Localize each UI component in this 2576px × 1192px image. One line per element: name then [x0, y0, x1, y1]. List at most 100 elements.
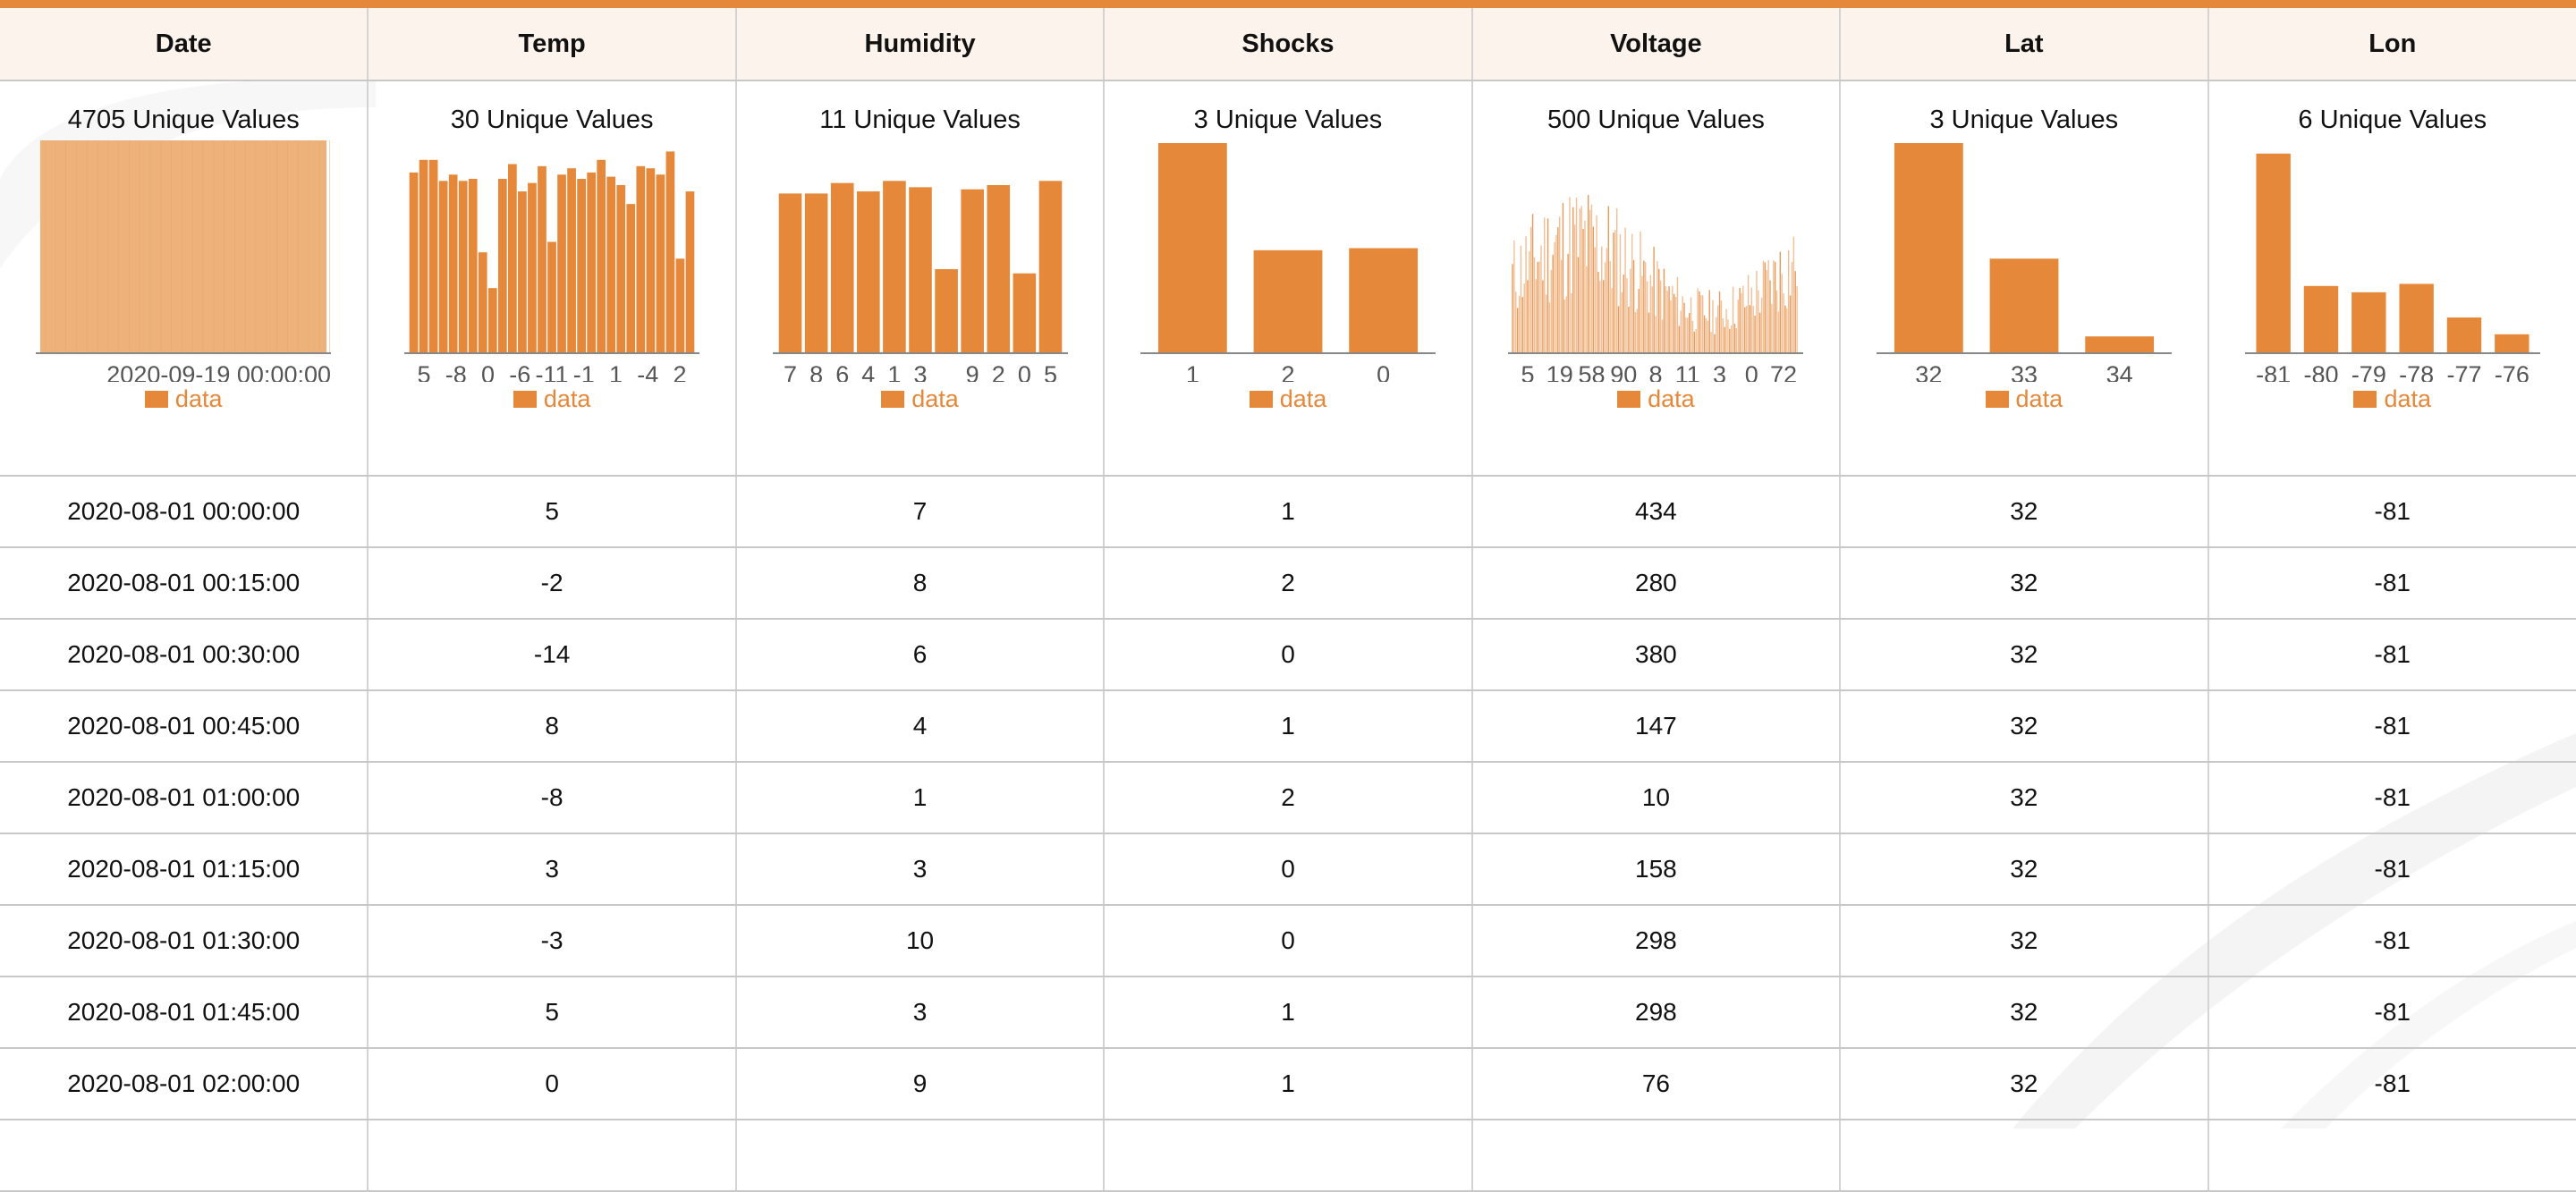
- table-cell-temp[interactable]: -8: [367, 762, 737, 834]
- table-cell-humidity[interactable]: 4: [734, 690, 1106, 763]
- table-cell-voltage[interactable]: 147: [1470, 690, 1842, 763]
- table-cell-lon[interactable]: -81: [2207, 547, 2576, 620]
- table-cell-temp[interactable]: 5: [367, 476, 737, 548]
- column-header-lon[interactable]: Lon: [2207, 8, 2576, 81]
- column-header-shocks[interactable]: Shocks: [1103, 8, 1473, 81]
- table-cell-shocks[interactable]: 2: [1103, 762, 1473, 834]
- table-cell-shocks[interactable]: 2: [1103, 547, 1473, 620]
- table-cell-lon[interactable]: -81: [2207, 619, 2576, 691]
- value-histogram: 2020-09-19 00:00:00: [36, 140, 332, 382]
- tick-label: 4: [861, 361, 875, 382]
- table-cell-lat[interactable]: 32: [1839, 619, 2209, 691]
- table-cell-humidity[interactable]: 8: [734, 547, 1106, 620]
- table-cell-lon[interactable]: -81: [2207, 905, 2576, 977]
- table-row[interactable]: 2020-08-01 01:30:00 -3 10 0 298 32 -81: [0, 905, 2576, 977]
- table-row[interactable]: 2020-08-01 01:00:00 -8 1 2 10 32 -81: [0, 762, 2576, 834]
- table-cell-humidity[interactable]: 6: [734, 619, 1106, 691]
- table-cell-humidity[interactable]: 7: [734, 476, 1106, 548]
- histogram-legend[interactable]: data: [369, 385, 734, 413]
- table-cell-voltage[interactable]: [1470, 1120, 1842, 1192]
- table-cell-date[interactable]: 2020-08-01 01:45:00: [0, 976, 369, 1049]
- table-cell-shocks[interactable]: 1: [1103, 690, 1473, 763]
- table-cell-lat[interactable]: 32: [1839, 905, 2209, 977]
- table-cell-date[interactable]: 2020-08-01 00:30:00: [0, 619, 369, 691]
- table-cell-shocks[interactable]: 1: [1103, 1048, 1473, 1120]
- table-cell-lon[interactable]: -81: [2207, 833, 2576, 906]
- table-cell-lat[interactable]: [1839, 1120, 2209, 1192]
- table-cell-lon[interactable]: -81: [2207, 976, 2576, 1049]
- histogram-legend[interactable]: data: [0, 385, 367, 413]
- table-cell-date[interactable]: 2020-08-01 01:00:00: [0, 762, 369, 834]
- table-row[interactable]: 2020-08-01 01:45:00 5 3 1 298 32 -81: [0, 976, 2576, 1049]
- tick-label: 34: [2106, 361, 2132, 382]
- column-header-voltage[interactable]: Voltage: [1470, 8, 1842, 81]
- table-cell-lat[interactable]: 32: [1839, 976, 2209, 1049]
- histogram-legend[interactable]: data: [1841, 385, 2207, 413]
- table-cell-voltage[interactable]: 158: [1470, 833, 1842, 906]
- table-cell-temp[interactable]: 8: [367, 690, 737, 763]
- table-cell-date[interactable]: 2020-08-01 01:30:00: [0, 905, 369, 977]
- table-cell-date[interactable]: 2020-08-01 00:00:00: [0, 476, 369, 548]
- table-cell-lat[interactable]: 32: [1839, 762, 2209, 834]
- table-cell-voltage[interactable]: 434: [1470, 476, 1842, 548]
- table-cell-shocks[interactable]: 0: [1103, 905, 1473, 977]
- table-cell-voltage[interactable]: 298: [1470, 976, 1842, 1049]
- table-cell-voltage[interactable]: 298: [1470, 905, 1842, 977]
- table-cell-voltage[interactable]: 76: [1470, 1048, 1842, 1120]
- table-cell-lat[interactable]: 32: [1839, 690, 2209, 763]
- column-header-temp[interactable]: Temp: [367, 8, 737, 81]
- table-cell-humidity[interactable]: 3: [734, 833, 1106, 906]
- tick-label: 5: [1521, 361, 1535, 382]
- table-cell-lat[interactable]: 32: [1839, 547, 2209, 620]
- table-row[interactable]: 2020-08-01 00:45:00 8 4 1 147 32 -81: [0, 690, 2576, 763]
- table-cell-shocks[interactable]: 0: [1103, 833, 1473, 906]
- table-cell-lon[interactable]: -81: [2207, 690, 2576, 763]
- table-cell-shocks[interactable]: 1: [1103, 976, 1473, 1049]
- table-cell-humidity[interactable]: 10: [734, 905, 1106, 977]
- column-header-humidity[interactable]: Humidity: [734, 8, 1106, 81]
- table-cell-humidity[interactable]: 3: [734, 976, 1106, 1049]
- table-cell-lon[interactable]: -81: [2207, 762, 2576, 834]
- table-cell-voltage[interactable]: 10: [1470, 762, 1842, 834]
- histogram-legend[interactable]: data: [1105, 385, 1470, 413]
- table-cell-date[interactable]: 2020-08-01 00:15:00: [0, 547, 369, 620]
- histogram-legend[interactable]: data: [1473, 385, 1839, 413]
- table-row[interactable]: 2020-08-01 01:15:00 3 3 0 158 32 -81: [0, 833, 2576, 906]
- table-cell-temp[interactable]: 0: [367, 1048, 737, 1120]
- histogram-legend[interactable]: data: [2209, 385, 2576, 413]
- table-row[interactable]: 2020-08-01 02:00:00 0 9 1 76 32 -81: [0, 1048, 2576, 1120]
- table-cell-shocks[interactable]: 0: [1103, 619, 1473, 691]
- table-cell-shocks[interactable]: 1: [1103, 476, 1473, 548]
- table-row[interactable]: 2020-08-01 00:00:00 5 7 1 434 32 -81: [0, 476, 2576, 548]
- table-row[interactable]: [0, 1120, 2576, 1192]
- tick-label: 1: [887, 361, 901, 382]
- table-cell-temp[interactable]: -3: [367, 905, 737, 977]
- table-row[interactable]: 2020-08-01 00:15:00 -2 8 2 280 32 -81: [0, 547, 2576, 620]
- table-cell-humidity[interactable]: [734, 1120, 1106, 1192]
- table-cell-date[interactable]: [0, 1120, 369, 1192]
- table-cell-temp[interactable]: -14: [367, 619, 737, 691]
- column-header-lat[interactable]: Lat: [1839, 8, 2209, 81]
- column-header-date[interactable]: Date: [0, 8, 369, 81]
- table-row[interactable]: 2020-08-01 00:30:00 -14 6 0 380 32 -81: [0, 619, 2576, 691]
- table-cell-temp[interactable]: -2: [367, 547, 737, 620]
- table-cell-shocks[interactable]: [1103, 1120, 1473, 1192]
- table-cell-lon[interactable]: -81: [2207, 476, 2576, 548]
- table-cell-temp[interactable]: 3: [367, 833, 737, 906]
- histogram-legend[interactable]: data: [737, 385, 1103, 413]
- table-cell-humidity[interactable]: 9: [734, 1048, 1106, 1120]
- table-cell-lat[interactable]: 32: [1839, 476, 2209, 548]
- table-cell-humidity[interactable]: 1: [734, 762, 1106, 834]
- table-cell-lon[interactable]: -81: [2207, 1048, 2576, 1120]
- tick-label: -8: [445, 361, 467, 382]
- table-cell-temp[interactable]: [367, 1120, 737, 1192]
- table-cell-voltage[interactable]: 280: [1470, 547, 1842, 620]
- table-cell-voltage[interactable]: 380: [1470, 619, 1842, 691]
- table-cell-date[interactable]: 2020-08-01 02:00:00: [0, 1048, 369, 1120]
- table-cell-temp[interactable]: 5: [367, 976, 737, 1049]
- table-cell-lat[interactable]: 32: [1839, 1048, 2209, 1120]
- table-cell-date[interactable]: 2020-08-01 01:15:00: [0, 833, 369, 906]
- table-cell-lon[interactable]: [2207, 1120, 2576, 1192]
- table-cell-lat[interactable]: 32: [1839, 833, 2209, 906]
- table-cell-date[interactable]: 2020-08-01 00:45:00: [0, 690, 369, 763]
